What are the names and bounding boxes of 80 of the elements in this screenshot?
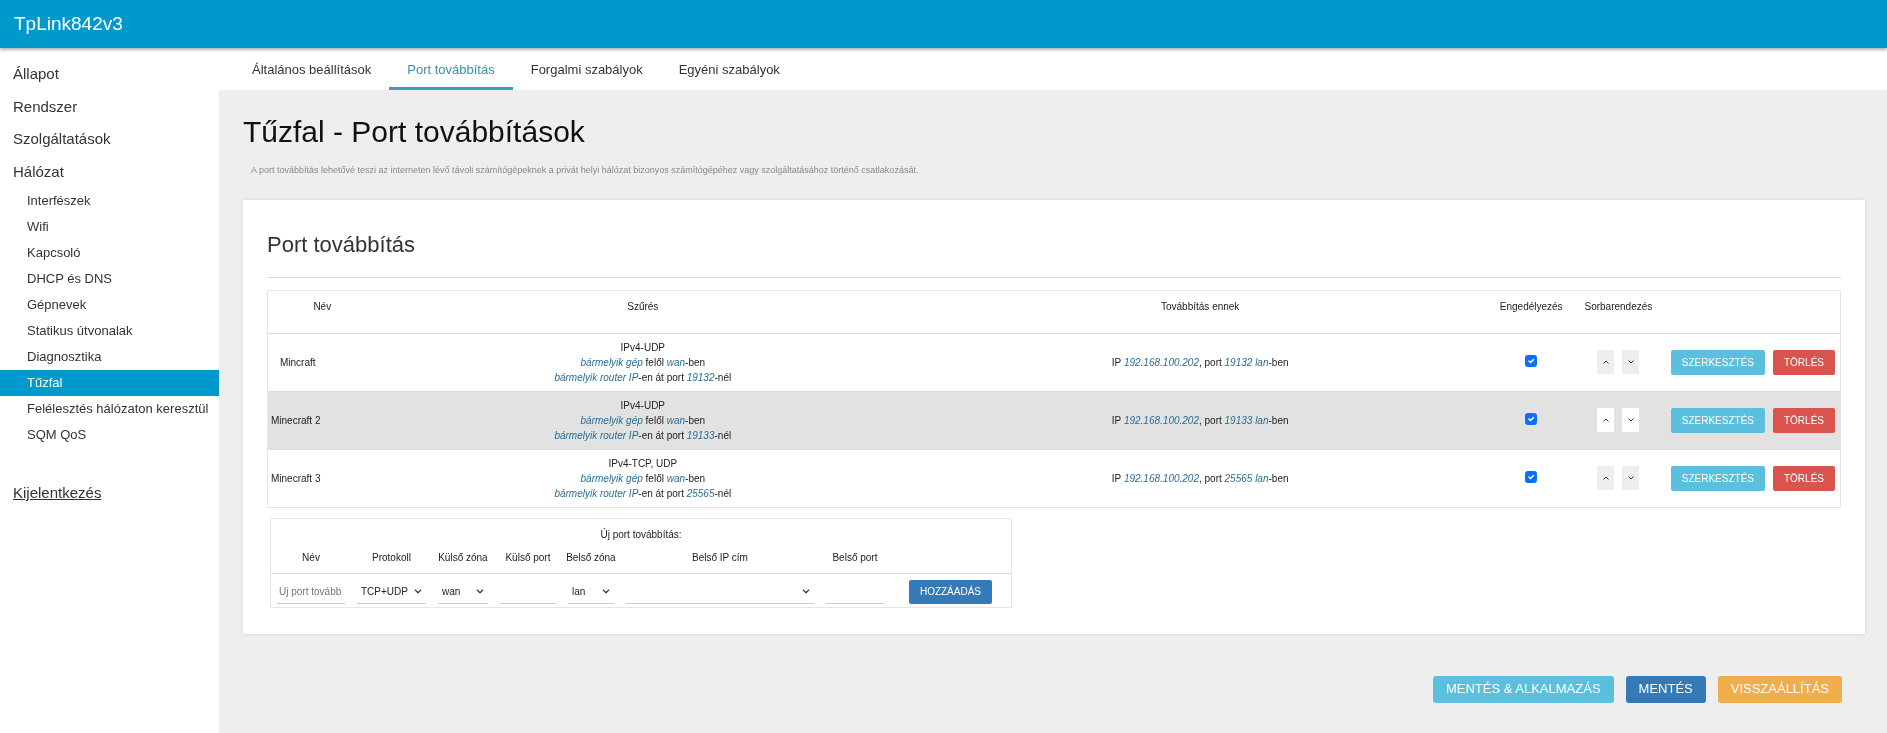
sidebar-subitem[interactable]: Felélesztés hálózaton keresztül [0, 396, 219, 422]
filter-line: bármelyik gép felől wan-ben [579, 355, 707, 370]
app-title: TpLink842v3 [0, 0, 1887, 48]
filter-line: bármelyik router IP-en át port 19132-nél [553, 370, 733, 385]
move-down-button[interactable] [1622, 408, 1640, 432]
select-value: lan [571, 584, 586, 599]
sidebar-item[interactable]: Hálózat [0, 155, 219, 188]
up-chevron-icon [1602, 360, 1609, 364]
column-header: Belső IP cím [619, 545, 820, 573]
enable-checkbox[interactable] [1525, 470, 1538, 483]
column-header: Protokoll [351, 545, 432, 573]
column-header: Név [267, 290, 377, 333]
tab[interactable]: Port továbbítás [389, 48, 513, 90]
form-title: Új port továbbítás: [600, 528, 682, 540]
sidebar-subitem[interactable]: DHCP és DNS [0, 266, 219, 292]
sidebar-item[interactable]: Állapot [0, 58, 219, 91]
select-value: TCP+UDP [361, 584, 408, 599]
column-header: Belső port [819, 545, 890, 573]
delete-button[interactable]: TÖRLÉS [1773, 407, 1835, 433]
sidebar-item[interactable]: Rendszer [0, 90, 219, 123]
sidebar-subitem[interactable]: Statikus útvonalak [0, 318, 219, 344]
column-header: Külső port [493, 545, 562, 573]
section-title: Port továbbítás [267, 227, 1841, 278]
column-header: Külső zóna [431, 545, 494, 573]
enable-checkbox[interactable] [1525, 412, 1538, 425]
protocol-select[interactable]: TCP+UDP [357, 579, 426, 604]
filter-line: IPv4-TCP, UDP [607, 456, 679, 471]
filter-line: bármelyik gép felől wan-ben [579, 471, 707, 486]
enable-checkbox[interactable] [1525, 354, 1538, 367]
filter-line: bármelyik router IP-en át port 25565-nél [553, 486, 733, 501]
chevron-icon [801, 588, 810, 594]
column-header: Engedélyezés [1491, 290, 1572, 333]
move-up-button[interactable] [1597, 408, 1615, 432]
filter-line: bármelyik gép felől wan-ben [579, 413, 707, 428]
column-header: Szűrés [376, 290, 910, 333]
up-chevron-icon [1602, 476, 1609, 480]
row-name: Mincraft [280, 356, 316, 368]
move-up-button[interactable] [1597, 350, 1615, 374]
column-header: Név [271, 545, 351, 573]
sidebar-item[interactable]: Szolgáltatások [0, 123, 219, 156]
chevron-icon [1627, 476, 1634, 480]
tab[interactable]: Általános beállítások [234, 48, 390, 90]
select-value: wan [441, 584, 461, 599]
column-header: Sorbarendezés [1571, 290, 1666, 333]
filter-line: IPv4-UDP [619, 398, 667, 413]
up-chevron-icon [1602, 418, 1609, 422]
filter-line: bármelyik router IP-en át port 19133-nél [553, 428, 733, 443]
logout-link[interactable]: Kijelentkezés [0, 482, 219, 505]
chevron-icon [413, 588, 422, 594]
move-up-button[interactable] [1597, 466, 1615, 490]
sidebar-subitem[interactable]: Kapcsoló [0, 240, 219, 266]
column-header: Továbbítás ennek [909, 290, 1492, 333]
external-zone-select[interactable]: wan [437, 579, 488, 604]
sidebar-subitem[interactable]: Wifi [0, 214, 219, 240]
footer-button[interactable]: MENTÉS [1625, 675, 1706, 703]
chevron-icon [1627, 360, 1634, 364]
tab[interactable]: Forgalmi szabályok [512, 48, 661, 90]
row-name: Minecraft 2 [271, 414, 321, 426]
row-name: Minecraft 3 [271, 472, 321, 484]
chevron-icon [475, 588, 484, 594]
move-down-button[interactable] [1622, 466, 1640, 490]
sidebar-subitem[interactable]: Diagnosztika [0, 344, 219, 370]
chevron-icon [1627, 418, 1634, 422]
page-description: A port továbbítás lehetővé teszi az interneten lévő távoli számítógépeknek a privát helyi hálózat bizonyos számítógépéhez vagy szolgáltatásához történő csatlakozását. [251, 164, 920, 177]
move-down-button[interactable] [1622, 350, 1640, 374]
target-text: IP 192.168.100.202, port 19132 lan-ben [1111, 356, 1289, 368]
page-title: Tűzfal - Port továbbítások [243, 114, 586, 150]
target-text: IP 192.168.100.202, port 25565 lan-ben [1111, 472, 1289, 484]
sidebar-subitem[interactable]: Gépnevek [0, 292, 219, 318]
delete-button[interactable]: TÖRLÉS [1773, 465, 1835, 491]
target-text: IP 192.168.100.202, port 19133 lan-ben [1111, 414, 1289, 426]
tab[interactable]: Egyéni szabályok [660, 48, 798, 90]
delete-button[interactable]: TÖRLÉS [1773, 349, 1835, 375]
column-header: Belső zóna [561, 545, 620, 573]
filter-line: IPv4-UDP [619, 340, 667, 355]
sidebar-subitem[interactable]: Interfészek [0, 188, 219, 214]
add-button[interactable]: HOZZÁADÁS [908, 579, 993, 604]
sidebar-subitem[interactable]: SQM QoS [0, 422, 219, 448]
chevron-icon [601, 588, 610, 594]
internal-zone-select[interactable]: lan [567, 579, 614, 604]
